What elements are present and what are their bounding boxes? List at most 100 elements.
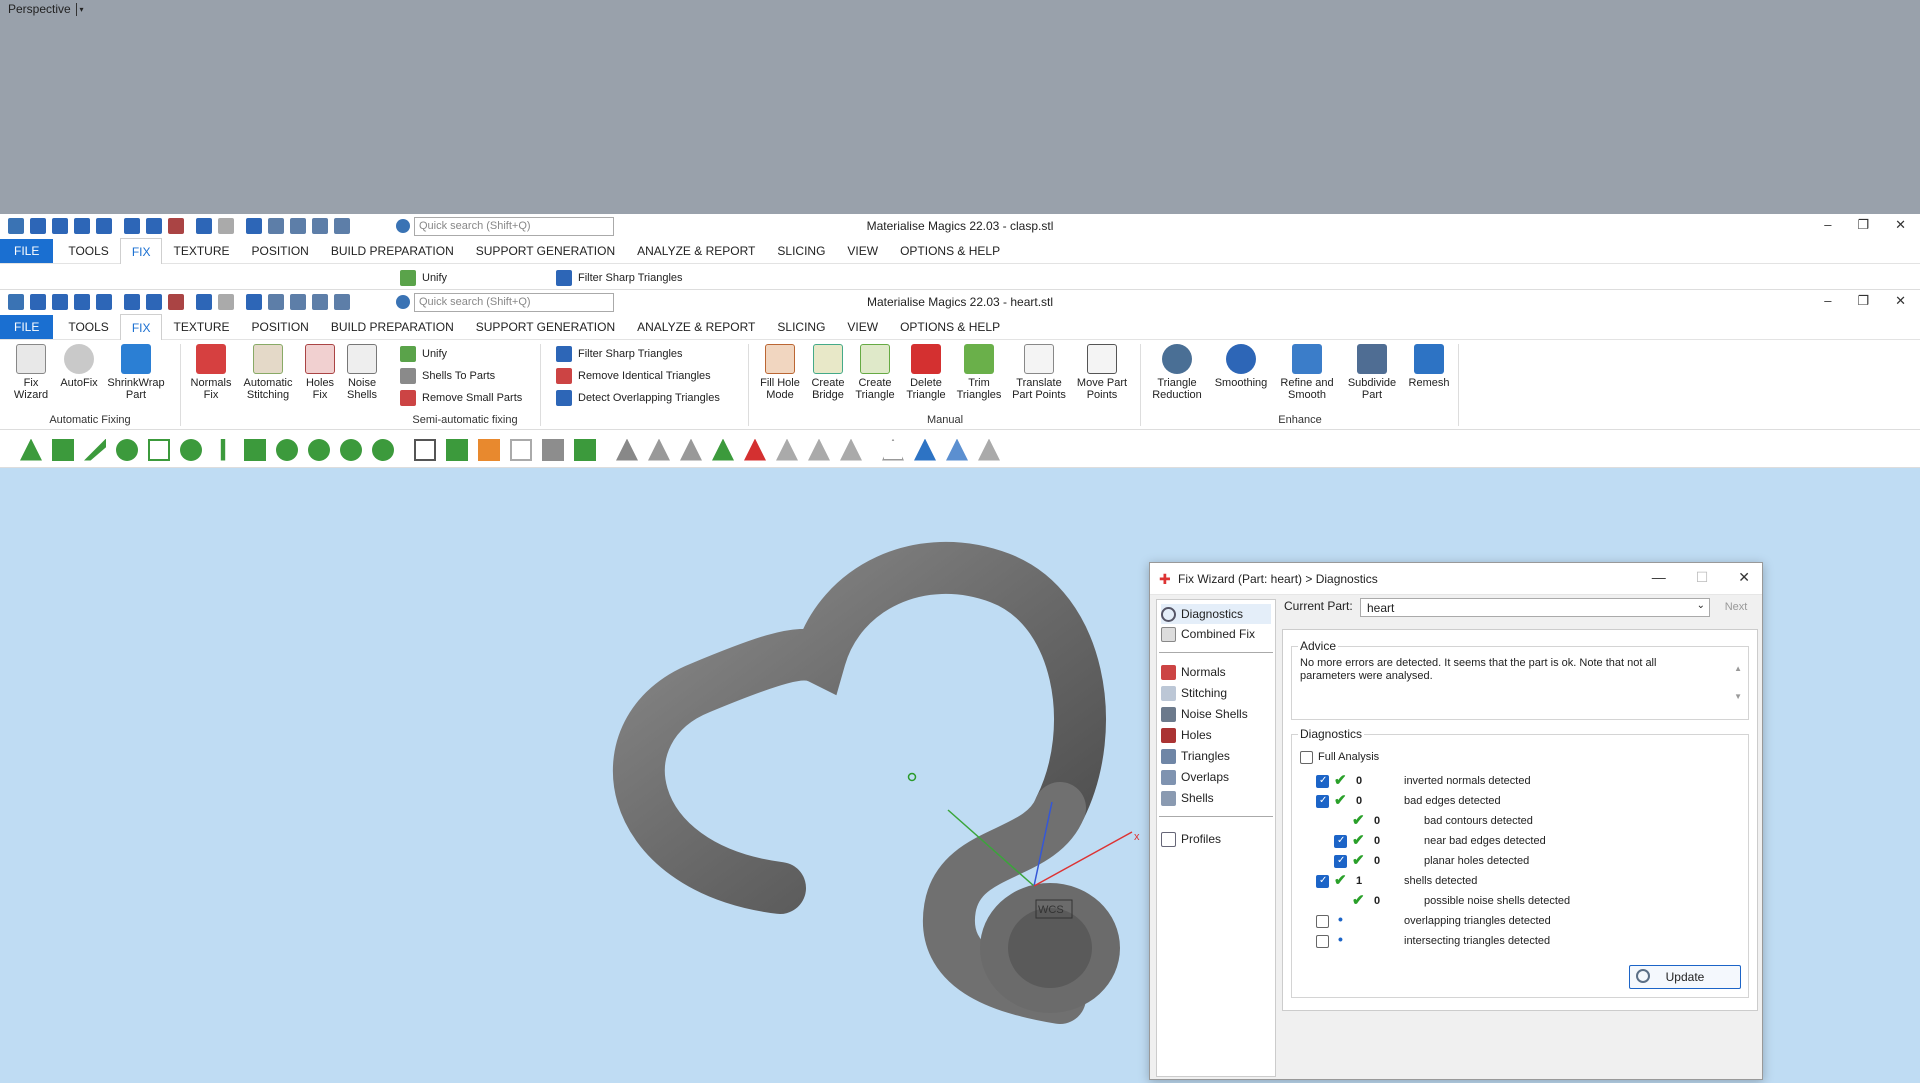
tool-unmark-plane-icon[interactable]	[648, 438, 670, 461]
menu-position[interactable]: POSITION	[241, 320, 320, 334]
advice-scrollbar[interactable]: ▲ ▼	[1734, 655, 1742, 711]
unify-button[interactable]: Unify	[400, 270, 447, 286]
tool-sphere-icon[interactable]	[340, 438, 362, 461]
menu-options-help[interactable]: OPTIONS & HELP	[889, 320, 1011, 334]
menu-file[interactable]: FILE	[0, 314, 54, 339]
next-button[interactable]: Next	[1718, 598, 1754, 617]
tool-grey-strike-icon[interactable]	[978, 438, 1000, 461]
tool-part-orange-icon[interactable]	[478, 438, 500, 461]
tool-show-icon[interactable]	[808, 438, 830, 461]
menu-tools[interactable]: TOOLS	[57, 320, 119, 334]
noise-shells-button[interactable]: Noise Shells	[342, 344, 382, 401]
tool-unmark-triangle-icon[interactable]	[616, 438, 638, 461]
nav-overlaps[interactable]: Overlaps	[1161, 767, 1271, 787]
remesh-button[interactable]: Remesh	[1404, 344, 1454, 389]
minimize-button[interactable]: –	[1824, 217, 1831, 233]
smoothing-button[interactable]: Smoothing	[1208, 344, 1274, 389]
menu-texture[interactable]: TEXTURE	[162, 244, 240, 258]
tool-part-grey-icon[interactable]	[510, 438, 532, 461]
menu-build-preparation[interactable]: BUILD PREPARATION	[320, 244, 465, 258]
menu-tools[interactable]: TOOLS	[57, 244, 119, 258]
tool-mark-contour-icon[interactable]	[180, 438, 202, 461]
normals-fix-button[interactable]: Normals Fix	[186, 344, 236, 401]
holes-fix-button[interactable]: Holes Fix	[300, 344, 340, 401]
restore-button[interactable]: ❐	[1857, 217, 1869, 233]
tool-part-dark-icon[interactable]	[542, 438, 564, 461]
near-bad-edges-checkbox[interactable]	[1334, 835, 1347, 848]
tool-part-all-icon[interactable]	[574, 438, 596, 461]
tool-mark-plane-icon[interactable]	[52, 438, 74, 461]
menu-slicing[interactable]: SLICING	[766, 320, 836, 334]
menu-options-help[interactable]: OPTIONS & HELP	[889, 244, 1011, 258]
remove-small-parts-button[interactable]: Remove Small Parts	[400, 390, 522, 406]
fix-wizard-button[interactable]: Fix Wizard	[8, 344, 54, 401]
planar-holes-checkbox[interactable]	[1334, 855, 1347, 868]
close-button[interactable]: ✕	[1895, 293, 1906, 309]
dialog-maximize-button[interactable]: ☐	[1696, 569, 1709, 586]
tool-mark-shell-icon[interactable]	[116, 438, 138, 461]
tool-mark-edge-icon[interactable]	[220, 438, 226, 461]
nav-noise-shells[interactable]: Noise Shells	[1161, 704, 1271, 724]
menu-file[interactable]: FILE	[0, 238, 54, 263]
delete-triangle-button[interactable]: Delete Triangle	[902, 344, 950, 401]
refine-smooth-button[interactable]: Refine and Smooth	[1276, 344, 1338, 401]
restore-button[interactable]: ❐	[1857, 293, 1869, 309]
menu-fix[interactable]: FIX	[119, 313, 163, 340]
dialog-close-button[interactable]: ✕	[1738, 569, 1750, 586]
menu-texture[interactable]: TEXTURE	[162, 320, 240, 334]
intersecting-checkbox[interactable]	[1316, 935, 1329, 948]
menu-analyze-report[interactable]: ANALYZE & REPORT	[626, 244, 766, 258]
full-analysis-checkbox[interactable]	[1300, 751, 1313, 764]
tool-multi-icon[interactable]	[372, 438, 394, 461]
move-part-points-button[interactable]: Move Part Points	[1072, 344, 1132, 401]
filter-sharp-triangles-button[interactable]: Filter Sharp Triangles	[556, 346, 683, 362]
nav-shells[interactable]: Shells	[1161, 788, 1271, 808]
menu-view[interactable]: VIEW	[836, 244, 889, 258]
update-button[interactable]: Update	[1629, 965, 1741, 989]
menu-fix[interactable]: FIX	[119, 237, 163, 264]
tool-wire-icon[interactable]	[882, 438, 904, 461]
menu-view[interactable]: VIEW	[836, 320, 889, 334]
create-triangle-button[interactable]: Create Triangle	[852, 344, 898, 401]
nav-triangles[interactable]: Triangles	[1161, 746, 1271, 766]
tool-unhide-icon[interactable]	[840, 438, 862, 461]
menu-analyze-report[interactable]: ANALYZE & REPORT	[626, 320, 766, 334]
tool-unmark-surface-icon[interactable]	[680, 438, 702, 461]
translate-part-points-button[interactable]: Translate Part Points	[1008, 344, 1070, 401]
tool-expand-icon[interactable]	[308, 438, 330, 461]
nav-stitching[interactable]: Stitching	[1161, 683, 1271, 703]
pivot-marker[interactable]	[907, 772, 917, 782]
filter-sharp-button[interactable]: Filter Sharp Triangles	[556, 270, 683, 286]
unify-button[interactable]: Unify	[400, 346, 447, 362]
tool-delete-marked-icon[interactable]	[744, 438, 766, 461]
menu-support-generation[interactable]: SUPPORT GENERATION	[465, 244, 626, 258]
nav-combined-fix[interactable]: Combined Fix	[1161, 624, 1271, 644]
fill-hole-mode-button[interactable]: Fill Hole Mode	[756, 344, 804, 401]
detect-overlapping-button[interactable]: Detect Overlapping Triangles	[556, 390, 720, 406]
top-viewport[interactable]: Perspective ▾	[0, 0, 1920, 214]
tool-mark-surface-icon[interactable]	[84, 438, 106, 461]
tool-mark-triangle-icon[interactable]	[20, 438, 42, 461]
tool-mark-box-icon[interactable]	[148, 438, 170, 461]
tool-invert-icon[interactable]	[712, 438, 734, 461]
perspective-dropdown-icon[interactable]: ▾	[76, 3, 86, 16]
minimize-button[interactable]: –	[1824, 293, 1831, 309]
trim-triangles-button[interactable]: Trim Triangles	[954, 344, 1004, 401]
menu-support-generation[interactable]: SUPPORT GENERATION	[465, 320, 626, 334]
shrinkwrap-button[interactable]: ShrinkWrap Part	[104, 344, 168, 401]
menu-slicing[interactable]: SLICING	[766, 244, 836, 258]
tool-mark-window-icon[interactable]	[244, 438, 266, 461]
nav-profiles[interactable]: Profiles	[1161, 829, 1271, 849]
triangle-reduction-button[interactable]: Triangle Reduction	[1148, 344, 1206, 401]
tool-part-select-icon[interactable]	[414, 438, 436, 461]
shells-to-parts-button[interactable]: Shells To Parts	[400, 368, 495, 384]
nav-normals[interactable]: Normals	[1161, 662, 1271, 682]
current-part-select[interactable]: heart ⌄	[1360, 598, 1710, 617]
close-button[interactable]: ✕	[1895, 217, 1906, 233]
bad-edges-checkbox[interactable]	[1316, 795, 1329, 808]
subdivide-part-button[interactable]: Subdivide Part	[1340, 344, 1404, 401]
tool-blue-dot-icon[interactable]	[946, 438, 968, 461]
remove-identical-triangles-button[interactable]: Remove Identical Triangles	[556, 368, 711, 384]
perspective-label[interactable]: Perspective	[8, 2, 71, 16]
menu-build-preparation[interactable]: BUILD PREPARATION	[320, 320, 465, 334]
